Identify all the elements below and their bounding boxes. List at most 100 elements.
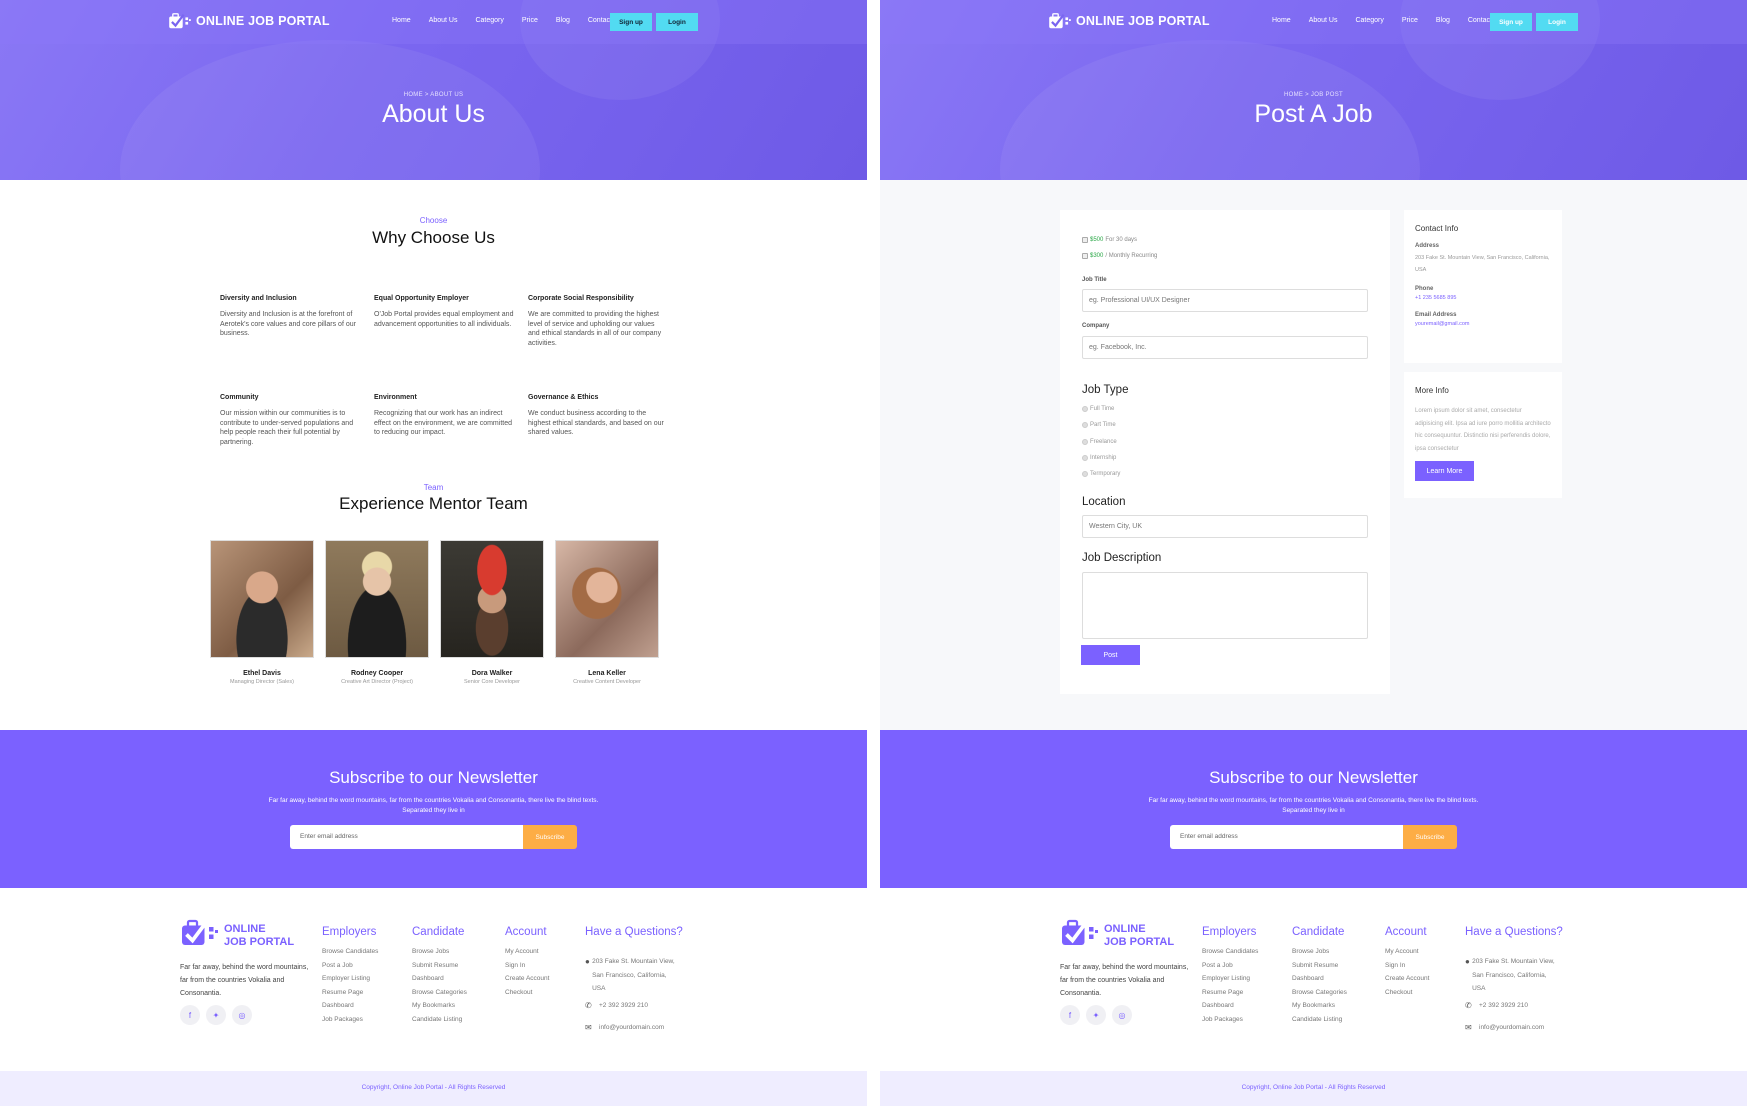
nav-link-about-us[interactable]: About Us [1309, 17, 1338, 24]
brand-logo[interactable]: ONLINE JOB PORTAL [168, 12, 330, 30]
footer-link[interactable]: Browse Jobs [412, 945, 467, 959]
plan-option[interactable]: $300/ Monthly Recurring [1082, 253, 1157, 259]
job-title-input[interactable]: eg. Professional UI/UX Designer [1082, 289, 1368, 312]
job-type-option[interactable]: Termporary [1082, 471, 1120, 478]
footer-link[interactable]: Dashboard [412, 972, 467, 986]
panel-divider [867, 0, 880, 1106]
footer-description: Far far away, behind the word mountains,… [180, 964, 309, 997]
facebook-icon[interactable]: f [180, 1005, 200, 1025]
footer-link[interactable]: Post a Job [1202, 959, 1258, 973]
nav-link-price[interactable]: Price [522, 17, 538, 24]
job-description-textarea[interactable] [1082, 572, 1368, 639]
nav-link-category[interactable]: Category [475, 17, 503, 24]
team-member-role: Creative Art Director (Project) [341, 679, 413, 685]
footer-logo[interactable]: ONLINE JOB PORTAL [180, 918, 294, 953]
footer-link[interactable]: Job Packages [1202, 1013, 1258, 1027]
footer-link[interactable]: Resume Page [1202, 986, 1258, 1000]
footer-contact-row: ● 203 Fake St. Mountain View, San Francis… [1465, 955, 1560, 996]
footer-link[interactable]: Candidate Listing [412, 1013, 467, 1027]
brand-logo[interactable]: ONLINE JOB PORTAL [1048, 12, 1210, 30]
signup-button[interactable]: Sign up [610, 13, 652, 31]
footer-link[interactable]: Create Account [1385, 972, 1429, 986]
job-description-heading: Job Description [1082, 552, 1162, 564]
footer: ONLINE JOB PORTAL Far far away, behind the… [0, 888, 867, 1071]
nav-link-home[interactable]: Home [1272, 17, 1291, 24]
footer-link[interactable]: Job Packages [322, 1013, 378, 1027]
phone-link[interactable]: +1 235 5685 895 [1415, 295, 1551, 301]
job-type-option[interactable]: Part Time [1082, 422, 1116, 429]
nav-link-category[interactable]: Category [1355, 17, 1383, 24]
instagram-icon[interactable]: ◎ [232, 1005, 252, 1025]
footer-link[interactable]: Browse Categories [1292, 986, 1347, 1000]
newsletter-email-input[interactable]: Enter email address [1170, 825, 1403, 849]
footer-link[interactable]: Browse Categories [412, 986, 467, 1000]
job-type-option[interactable]: Full Time [1082, 406, 1114, 412]
login-button[interactable]: Login [1536, 13, 1578, 31]
footer-link[interactable]: Browse Candidates [1202, 945, 1258, 959]
plan-checkbox[interactable] [1082, 237, 1088, 243]
footer-link[interactable]: Browse Candidates [322, 945, 378, 959]
footer-link[interactable]: My Bookmarks [412, 999, 467, 1013]
plan-option[interactable]: $500 For 30 days [1082, 237, 1137, 243]
footer-link[interactable]: Resume Page [322, 986, 378, 1000]
footer-link[interactable]: Checkout [505, 986, 549, 1000]
footer-link[interactable]: Employer Listing [322, 972, 378, 986]
job-type-radio[interactable] [1082, 438, 1088, 445]
footer-link[interactable]: Dashboard [322, 999, 378, 1013]
footer-brand-line1: ONLINE [224, 922, 266, 935]
job-type-radio[interactable] [1082, 422, 1088, 429]
job-type-radio[interactable] [1082, 454, 1088, 461]
footer-logo[interactable]: ONLINE JOB PORTAL [1060, 918, 1174, 953]
footer-questions-title: Have a Questions? [585, 926, 683, 938]
team-member-role: Creative Content Developer [573, 679, 641, 685]
footer-link[interactable]: My Account [1385, 945, 1429, 959]
team-member-photo [555, 540, 659, 658]
nav-link-blog[interactable]: Blog [556, 17, 570, 24]
subscribe-button[interactable]: Subscribe [523, 825, 577, 849]
footer-link[interactable]: Dashboard [1202, 999, 1258, 1013]
job-type-option[interactable]: Internship [1082, 454, 1116, 461]
facebook-icon[interactable]: f [1060, 1005, 1080, 1025]
email-link[interactable]: youremail@gmail.com [1415, 321, 1551, 327]
footer-link[interactable]: Dashboard [1292, 972, 1347, 986]
feature-title: Community [220, 394, 259, 401]
location-input[interactable]: Western City, UK [1082, 515, 1368, 538]
footer-link[interactable]: Employer Listing [1202, 972, 1258, 986]
learn-more-button[interactable]: Learn More [1415, 461, 1474, 481]
signup-button[interactable]: Sign up [1490, 13, 1532, 31]
job-type-radio[interactable] [1082, 406, 1088, 412]
newsletter-title: Subscribe to our Newsletter [329, 768, 538, 787]
nav-links: Home About Us Category Price Blog Contact us [392, 17, 639, 24]
plan-checkbox[interactable] [1082, 253, 1088, 259]
footer-link[interactable]: Sign In [1385, 959, 1429, 973]
instagram-icon[interactable]: ◎ [1112, 1005, 1132, 1025]
nav-link-blog[interactable]: Blog [1436, 17, 1450, 24]
footer-link[interactable]: Submit Resume [1292, 959, 1347, 973]
job-type-radio[interactable] [1082, 471, 1088, 478]
company-input[interactable]: eg. Facebook, Inc. [1082, 336, 1368, 359]
footer-column-title: Employers [322, 926, 377, 938]
feature-item: Corporate Social Responsibility We are co… [528, 295, 668, 348]
job-type-option[interactable]: Freelance [1082, 438, 1117, 445]
subscribe-button[interactable]: Subscribe [1403, 825, 1457, 849]
plan-price: $300 [1090, 253, 1104, 259]
footer-link[interactable]: Checkout [1385, 986, 1429, 1000]
footer-link[interactable]: Sign In [505, 959, 549, 973]
footer-link[interactable]: My Account [505, 945, 549, 959]
twitter-icon[interactable]: ✦ [206, 1005, 226, 1025]
login-button[interactable]: Login [656, 13, 698, 31]
footer-link[interactable]: My Bookmarks [1292, 999, 1347, 1013]
nav-link-home[interactable]: Home [392, 17, 411, 24]
page-title: About Us [382, 100, 485, 128]
footer-link[interactable]: Create Account [505, 972, 549, 986]
team-member-name: Rodney Cooper [350, 670, 404, 677]
nav-link-about-us[interactable]: About Us [429, 17, 458, 24]
footer-link[interactable]: Candidate Listing [1292, 1013, 1347, 1027]
footer-link[interactable]: Post a Job [322, 959, 378, 973]
newsletter-email-input[interactable]: Enter email address [290, 825, 523, 849]
footer-link[interactable]: Submit Resume [412, 959, 467, 973]
nav-link-price[interactable]: Price [1402, 17, 1418, 24]
twitter-icon[interactable]: ✦ [1086, 1005, 1106, 1025]
footer-link[interactable]: Browse Jobs [1292, 945, 1347, 959]
post-button[interactable]: Post [1081, 645, 1140, 665]
